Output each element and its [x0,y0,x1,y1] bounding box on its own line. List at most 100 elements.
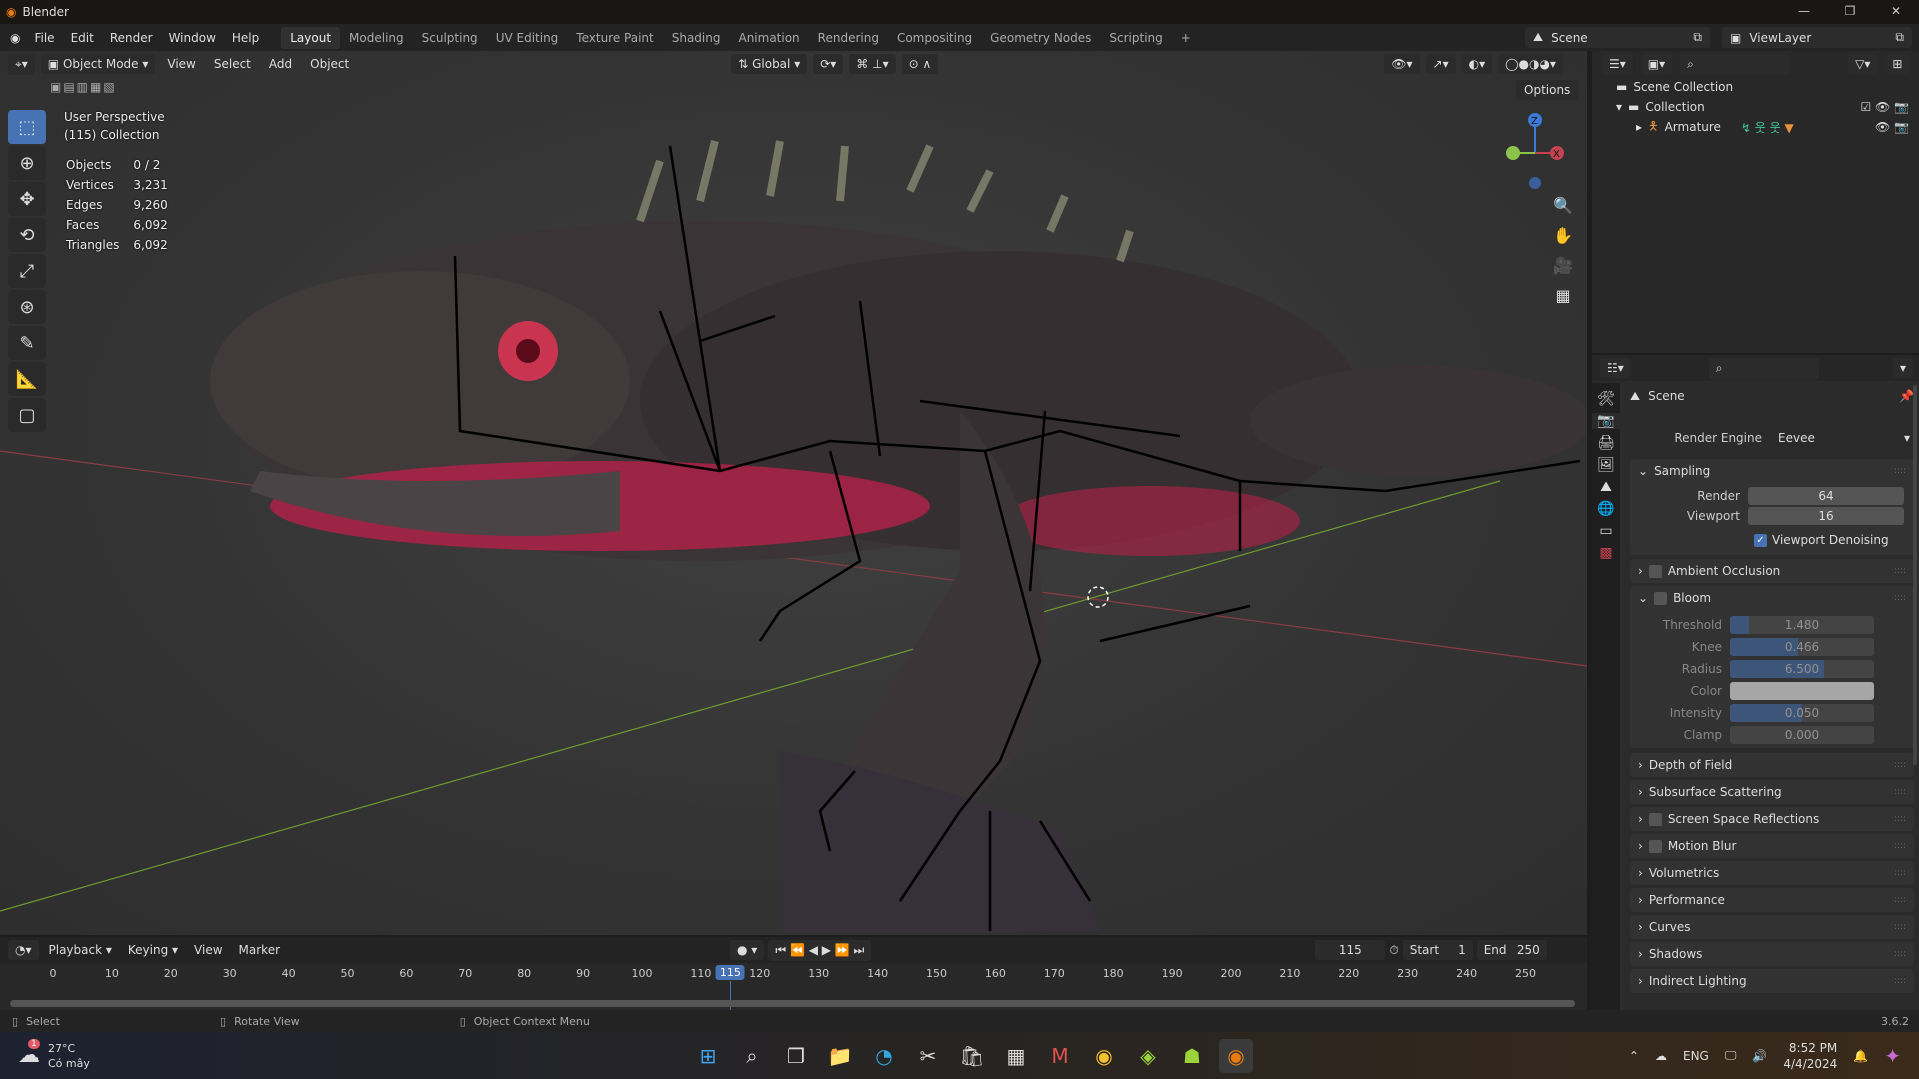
annotate-tool-icon[interactable]: ✎ [8,326,46,360]
tab-sculpting[interactable]: Sculpting [413,27,487,49]
blender-taskbar-icon[interactable]: ◉ [1219,1038,1253,1073]
search-icon[interactable]: ⌕ [735,1039,769,1073]
outliner-display-mode-icon[interactable]: ☰▾ [1602,54,1633,74]
snipping-tool-icon[interactable]: ✂ [911,1039,945,1073]
drag-grip-icon[interactable]: :::: [1894,841,1906,851]
bloom-radius-field[interactable]: 6.500 [1730,660,1874,678]
outliner-row-armature[interactable]: ▸ 🯅 Armature ↯ 웃 웃 ▼ 👁 📷 [1592,117,1919,137]
editor-type-icon[interactable]: ⌖▾ [8,53,35,75]
blender-menu-icon[interactable]: ◉ [10,31,20,45]
m-app-icon[interactable]: M [1043,1039,1077,1073]
drag-grip-icon[interactable]: :::: [1894,868,1906,878]
menu-help[interactable]: Help [224,31,267,45]
panel-performance[interactable]: › Performance:::: [1630,888,1914,912]
maximize-button[interactable]: ❐ [1827,0,1873,22]
output-tab-icon[interactable]: 🖨 [1597,435,1615,451]
tab-rendering[interactable]: Rendering [809,27,888,49]
render-tab-icon[interactable]: 📷 [1592,413,1620,429]
panel-motion-blur[interactable]: › Motion Blur:::: [1630,834,1914,858]
playback-controls[interactable]: ⏮ ⏪ ◀ ▶ ⏩ ⏭ [768,939,872,961]
panel-screen-space-reflections[interactable]: › Screen Space Reflections:::: [1630,807,1914,831]
tool-tab-icon[interactable]: 🛠 [1597,391,1615,407]
bloom-color-field[interactable] [1730,682,1874,700]
outliner-filter-view-icon[interactable]: ▣▾ [1640,54,1673,74]
new-view-layer-icon[interactable]: ⧉ [1895,30,1904,45]
move-tool-icon[interactable]: ✥ [8,182,46,216]
expand-arrow-icon[interactable]: ▸ [1636,120,1642,134]
options-button[interactable]: Options [1516,80,1579,100]
filter-icon[interactable]: ▽▾ [1848,54,1878,74]
properties-search-input[interactable]: ⌕ [1708,357,1819,379]
green-app-2-icon[interactable]: ☗ [1175,1039,1209,1073]
shading-modes-icon[interactable]: ◯●◑◕▾ [1498,54,1563,74]
visibility-controls[interactable]: ☑ 👁 📷 [1860,100,1909,114]
proportional-edit-icon[interactable]: ⊙ ∧ [901,54,939,74]
current-frame-indicator[interactable]: 115 [715,965,745,980]
network-icon[interactable]: 🖵 [1725,1048,1737,1063]
collection-tab-icon[interactable]: ▭ [1599,523,1612,539]
start-menu-icon[interactable]: ⊞ [691,1039,725,1073]
zoom-icon[interactable]: 🔍 [1550,193,1576,219]
perspective-toggle-icon[interactable]: ▦ [1550,283,1576,309]
snap-icon[interactable]: ⌘ ⊥▾ [849,54,896,74]
tab-layout[interactable]: Layout [281,26,341,49]
language-indicator[interactable]: ENG [1683,1049,1709,1063]
view-layer-name[interactable]: ViewLayer [1749,31,1811,45]
overlay-toggle-icon[interactable]: ◐▾ [1461,54,1493,74]
sampling-panel-header[interactable]: ⌄ Sampling:::: [1630,459,1914,483]
timeline-editor-type-icon[interactable]: ◔▾ [8,940,39,960]
close-button[interactable]: ✕ [1873,0,1919,22]
scale-tool-icon[interactable]: ⤢ [8,254,46,288]
tab-shading[interactable]: Shading [663,27,730,49]
tab-compositing[interactable]: Compositing [888,27,981,49]
clock[interactable]: 8:52 PM 4/4/2024 [1783,1040,1837,1072]
bloom-checkbox[interactable] [1654,591,1668,605]
add-cube-tool-icon[interactable]: ▢ [8,398,46,432]
drag-grip-icon[interactable]: :::: [1894,814,1906,824]
texture-tab-icon[interactable]: ▩ [1599,545,1612,561]
copilot-icon[interactable]: ✦ [1884,1044,1901,1068]
drag-grip-icon[interactable]: :::: [1894,922,1906,932]
cursor-tool-icon[interactable]: ⊕ [8,146,46,180]
new-scene-icon[interactable]: ⧉ [1693,30,1702,45]
edge-browser-icon[interactable]: ◔ [867,1039,901,1073]
panel-indirect-lighting[interactable]: › Indirect Lighting:::: [1630,969,1914,993]
frame-ruler[interactable]: 0 10 20 30 40 50 60 70 80 90 100 110 120 130 140 150 160… [0,963,1587,1011]
mode-dropdown[interactable]: ▣ Object Mode ▾ [40,54,156,74]
viewport-denoising-checkbox[interactable]: ✓ Viewport Denoising [1754,533,1889,547]
bloom-knee-field[interactable]: 0.466 [1730,638,1874,656]
outliner-row-collection[interactable]: ▾ ▬ Collection ☑ 👁 📷 [1592,97,1919,117]
drag-grip-icon[interactable]: :::: [1894,949,1906,959]
transform-tool-icon[interactable]: ⊛ [8,290,46,324]
menu-object[interactable]: Object [304,54,355,74]
start-frame-field[interactable]: Start 1 [1402,940,1473,960]
marker-menu[interactable]: Marker [233,940,286,960]
current-frame-field[interactable]: 115 [1315,940,1386,960]
green-app-icon[interactable]: ◈ [1131,1039,1165,1073]
view-layer-tab-icon[interactable]: 🖼 [1597,457,1615,473]
minimize-button[interactable]: — [1781,0,1827,22]
panel-enable-checkbox[interactable] [1648,812,1662,826]
panel-volumetrics[interactable]: › Volumetrics:::: [1630,861,1914,885]
menu-select[interactable]: Select [208,54,257,74]
menu-file[interactable]: File [26,31,62,45]
microsoft-store-icon[interactable]: 🛍 [955,1039,989,1073]
orientation-dropdown[interactable]: ⇅ Global ▾ [731,54,808,74]
scene-tab-icon[interactable]: ⛰ [1600,479,1612,495]
weather-widget[interactable]: ☁ 1 27°C Có mây [18,1039,618,1071]
render-engine-dropdown[interactable]: Eevee ▾ [1770,429,1916,447]
outliner-row-scene-collection[interactable]: ▬ Scene Collection [1592,77,1919,97]
menu-edit[interactable]: Edit [63,31,102,45]
gizmo-toggle-icon[interactable]: ↗▾ [1425,54,1456,74]
bloom-threshold-field[interactable]: 1.480 [1730,616,1874,634]
chrome-icon[interactable]: ◉ [1087,1039,1121,1073]
world-tab-icon[interactable]: 🌐 [1597,501,1614,517]
select-box-tool-icon[interactable]: ⬚ [8,110,46,144]
tray-overflow-icon[interactable]: ⌃ [1629,1049,1639,1063]
bloom-intensity-field[interactable]: 0.050 [1730,704,1874,722]
playback-menu[interactable]: Playback ▾ [43,940,118,960]
tab-texture-paint[interactable]: Texture Paint [567,27,662,49]
expand-arrow-icon[interactable]: ▾ [1616,100,1622,114]
properties-editor-type-icon[interactable]: ☷▾ [1600,358,1631,378]
drag-grip-icon[interactable]: :::: [1894,787,1906,797]
